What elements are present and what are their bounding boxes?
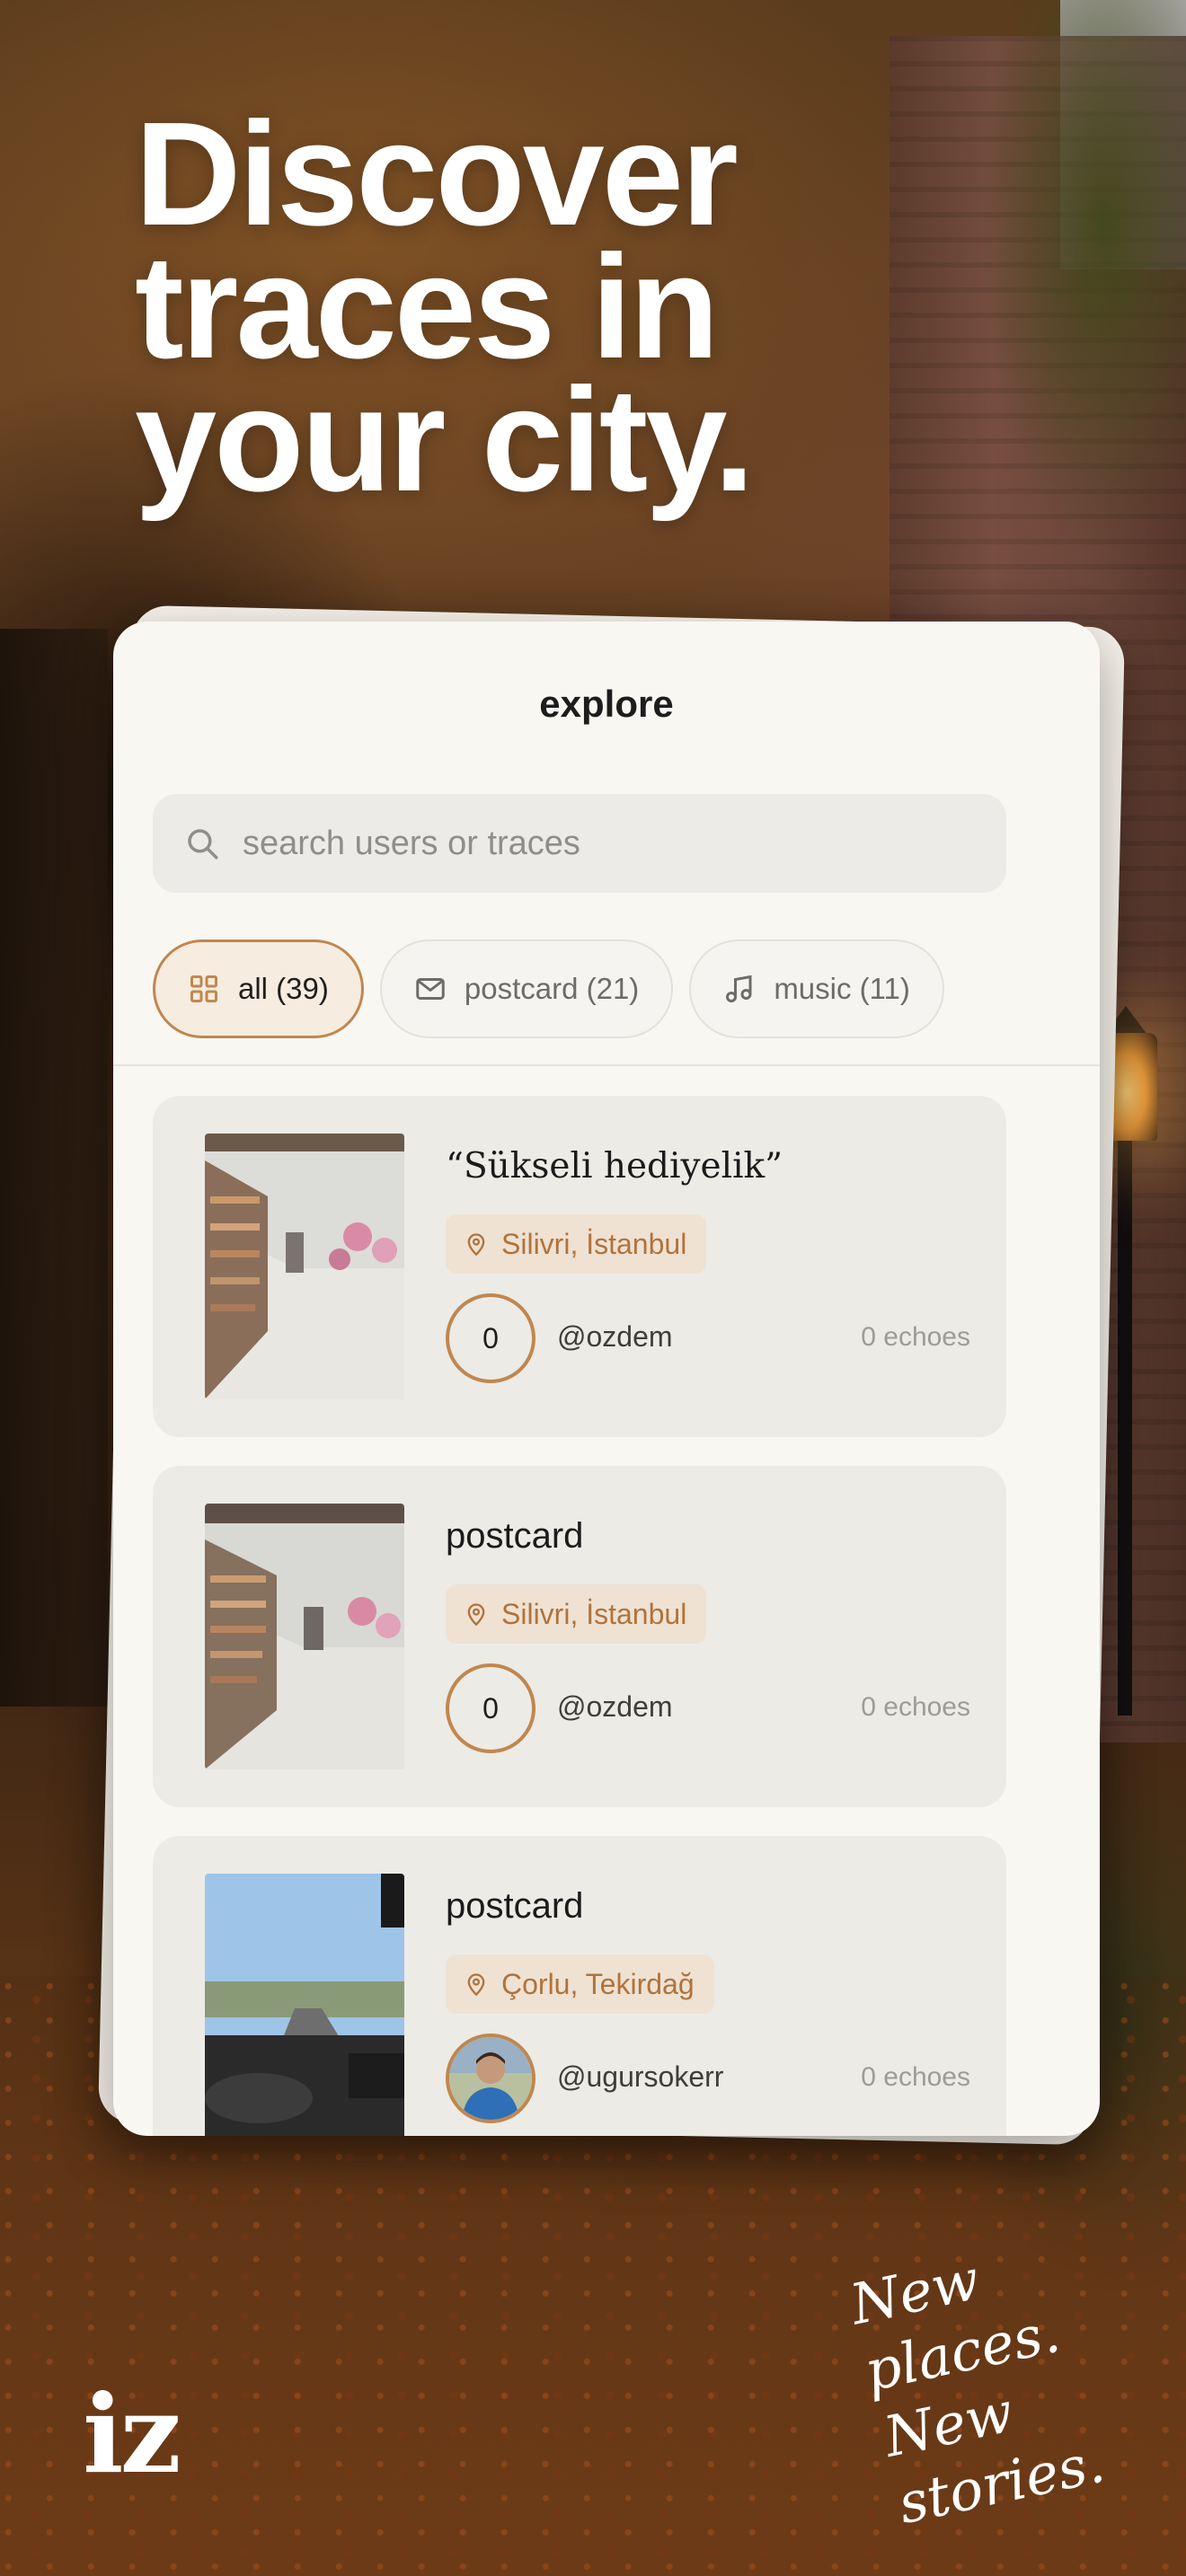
search-input[interactable]: search users or traces bbox=[153, 794, 1006, 893]
tree-trunk bbox=[0, 629, 108, 1707]
avatar-photo bbox=[449, 2037, 532, 2120]
trace-title: postcard bbox=[446, 1516, 584, 1556]
search-icon bbox=[188, 829, 218, 860]
location-badge[interactable]: Silivri, İstanbul bbox=[446, 1214, 707, 1274]
trace-thumbnail bbox=[205, 1504, 404, 1769]
divider bbox=[113, 1064, 1100, 1066]
street-lamp-post bbox=[1118, 1132, 1132, 1716]
username-link[interactable]: @ozdem bbox=[557, 1320, 673, 1354]
foliage bbox=[979, 0, 1186, 557]
screen-title: explore bbox=[539, 683, 674, 725]
headline-line-1: Discover bbox=[135, 92, 739, 256]
trace-card[interactable]: “Sükseli hediyelik” Silivri, İstanbul 0 … bbox=[153, 1096, 1006, 1437]
map-pin-icon bbox=[467, 1973, 485, 1997]
explore-screen: explore search users or traces all (39) … bbox=[113, 622, 1100, 2136]
trace-thumbnail bbox=[205, 1134, 404, 1399]
username-link[interactable]: @ugursokerr bbox=[557, 2060, 723, 2094]
envelope-icon bbox=[416, 978, 445, 1000]
location-badge[interactable]: Silivri, İstanbul bbox=[446, 1584, 707, 1644]
filter-chip-postcard[interactable]: postcard (21) bbox=[379, 940, 674, 1038]
filter-chip-all[interactable]: all (39) bbox=[153, 940, 364, 1038]
username-link[interactable]: @ozdem bbox=[557, 1690, 673, 1724]
location-label: Silivri, İstanbul bbox=[501, 1597, 687, 1630]
echoes-count: 0 echoes bbox=[861, 2062, 970, 2092]
echo-count-circle[interactable]: 0 bbox=[446, 1293, 535, 1383]
trace-card[interactable]: postcard Silivri, İstanbul 0 @ozdem 0 ec… bbox=[153, 1466, 1006, 1807]
brand-logo: iz bbox=[83, 2371, 181, 2498]
location-badge[interactable]: Çorlu, Tekirdağ bbox=[446, 1954, 714, 2014]
music-note-icon bbox=[726, 975, 752, 1002]
filter-chip-label: music (11) bbox=[774, 972, 910, 1005]
echoes-count: 0 echoes bbox=[861, 1692, 970, 1722]
trace-title: “Sükseli hediyelik” bbox=[446, 1146, 783, 1187]
trace-card[interactable]: postcard Çorlu, Tekirdağ @ugursokerr 0 e… bbox=[153, 1836, 1006, 2136]
echo-count-circle[interactable]: 0 bbox=[446, 1663, 535, 1753]
search-placeholder: search users or traces bbox=[243, 824, 580, 862]
filter-chip-label: all (39) bbox=[238, 972, 329, 1005]
avatar[interactable] bbox=[446, 2033, 535, 2123]
map-pin-icon bbox=[467, 1233, 485, 1257]
location-label: Çorlu, Tekirdağ bbox=[501, 1967, 695, 2000]
filter-chip-music[interactable]: music (11) bbox=[689, 940, 944, 1038]
echoes-count: 0 echoes bbox=[861, 1322, 970, 1352]
filter-chip-label: postcard (21) bbox=[464, 972, 640, 1005]
filter-chips: all (39) postcard (21) music (11) bbox=[153, 940, 944, 1038]
headline: Discover traces in your city. bbox=[135, 92, 755, 522]
grid-icon bbox=[190, 975, 217, 1002]
trace-thumbnail bbox=[205, 1874, 404, 2136]
headline-line-2: traces in bbox=[135, 225, 720, 389]
location-label: Silivri, İstanbul bbox=[501, 1227, 687, 1260]
map-pin-icon bbox=[467, 1603, 485, 1627]
trace-title: postcard bbox=[446, 1886, 584, 1926]
headline-line-3: your city. bbox=[135, 357, 755, 522]
